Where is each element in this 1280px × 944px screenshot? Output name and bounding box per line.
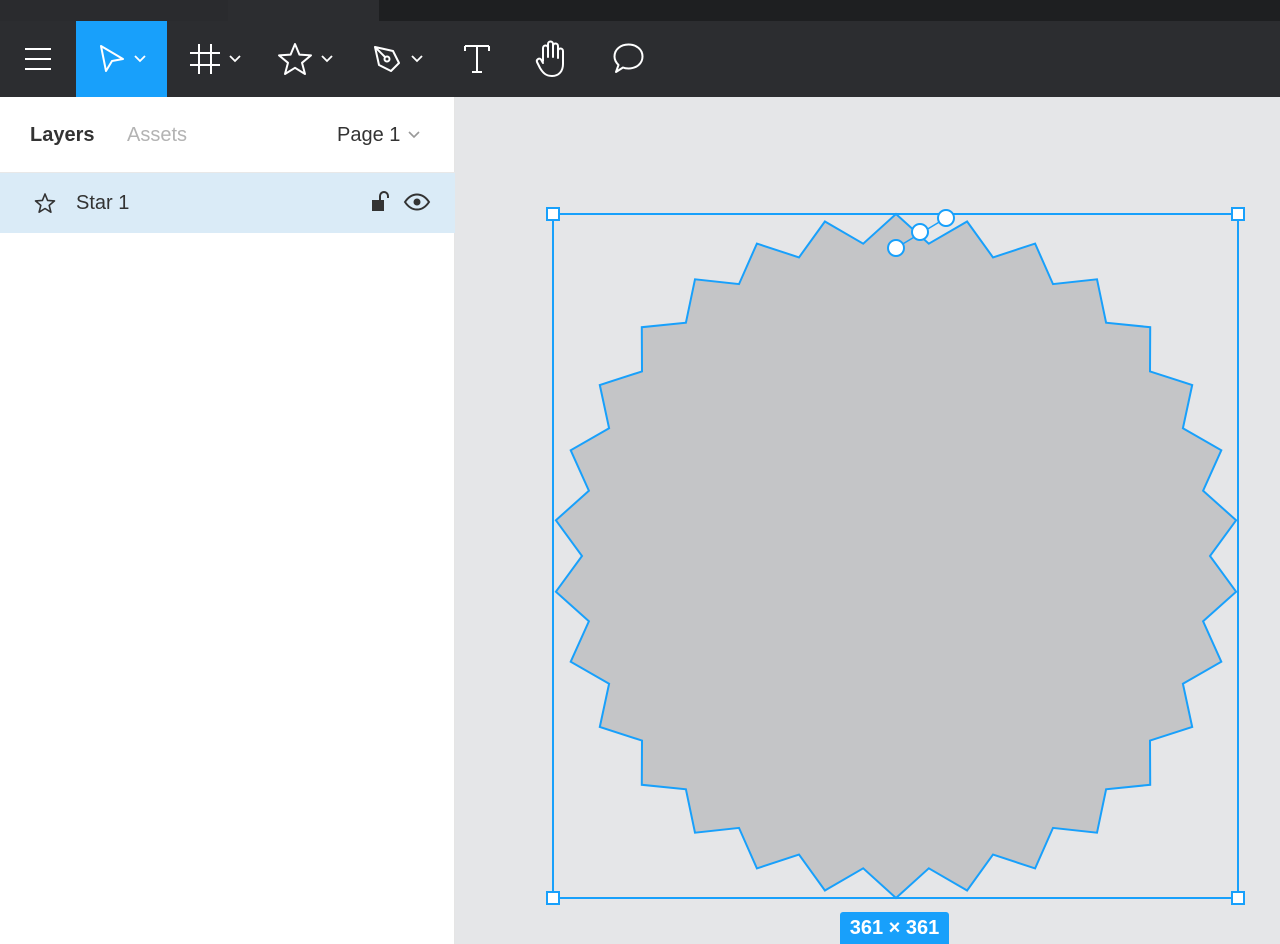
window-tab-1[interactable] xyxy=(0,0,228,21)
layer-row[interactable]: Star 1 xyxy=(0,173,455,233)
count-handle[interactable] xyxy=(937,209,955,227)
resize-handle-bottom-right[interactable] xyxy=(1231,891,1245,905)
ratio-handle[interactable] xyxy=(887,239,905,257)
panel-tabs: Layers Assets Page 1 xyxy=(0,97,455,173)
star-icon xyxy=(34,193,56,213)
tab-layers[interactable]: Layers xyxy=(30,123,95,147)
pen-tool-button[interactable] xyxy=(362,21,432,97)
text-tool-icon xyxy=(464,45,490,73)
resize-handle-top-left[interactable] xyxy=(546,207,560,221)
size-badge: 361 × 361 xyxy=(840,912,949,944)
menu-icon xyxy=(25,48,51,70)
main-menu-button[interactable] xyxy=(0,21,76,97)
hand-tool-button[interactable] xyxy=(527,21,577,97)
shape-tool-button[interactable] xyxy=(268,21,342,97)
canvas[interactable]: 361 × 361 xyxy=(455,97,1280,944)
eye-icon[interactable] xyxy=(403,193,431,211)
chevron-down-icon xyxy=(321,55,333,63)
star-tool-icon xyxy=(278,43,312,75)
layer-name: Star 1 xyxy=(76,192,130,214)
frame-tool-icon xyxy=(190,44,220,74)
text-tool-button[interactable] xyxy=(452,21,502,97)
top-window-strip xyxy=(0,0,1280,21)
chevron-down-icon xyxy=(229,55,241,63)
frame-tool-button[interactable] xyxy=(180,21,250,97)
toolbar xyxy=(0,21,1280,97)
pen-tool-icon xyxy=(374,46,400,72)
page-name: Page 1 xyxy=(337,124,401,146)
move-tool-button[interactable] xyxy=(76,21,167,97)
comment-tool-icon xyxy=(613,43,644,73)
chevron-down-icon xyxy=(411,55,423,63)
unlock-icon[interactable] xyxy=(370,190,390,214)
layers-panel: Layers Assets Page 1 Star 1 xyxy=(0,97,455,944)
star-shape[interactable] xyxy=(554,212,1238,900)
tab-assets[interactable]: Assets xyxy=(127,123,187,147)
resize-handle-bottom-left[interactable] xyxy=(546,891,560,905)
comment-tool-button[interactable] xyxy=(603,21,653,97)
page-selector[interactable]: Page 1 xyxy=(337,123,420,147)
canvas-stage xyxy=(546,207,1245,905)
hand-tool-icon xyxy=(535,40,564,77)
resize-handle-top-right[interactable] xyxy=(1231,207,1245,221)
radius-handle[interactable] xyxy=(911,223,929,241)
chevron-down-icon xyxy=(133,55,146,63)
window-tab-2[interactable] xyxy=(228,0,379,21)
move-tool-icon xyxy=(99,45,124,72)
chevron-down-icon xyxy=(408,131,420,139)
